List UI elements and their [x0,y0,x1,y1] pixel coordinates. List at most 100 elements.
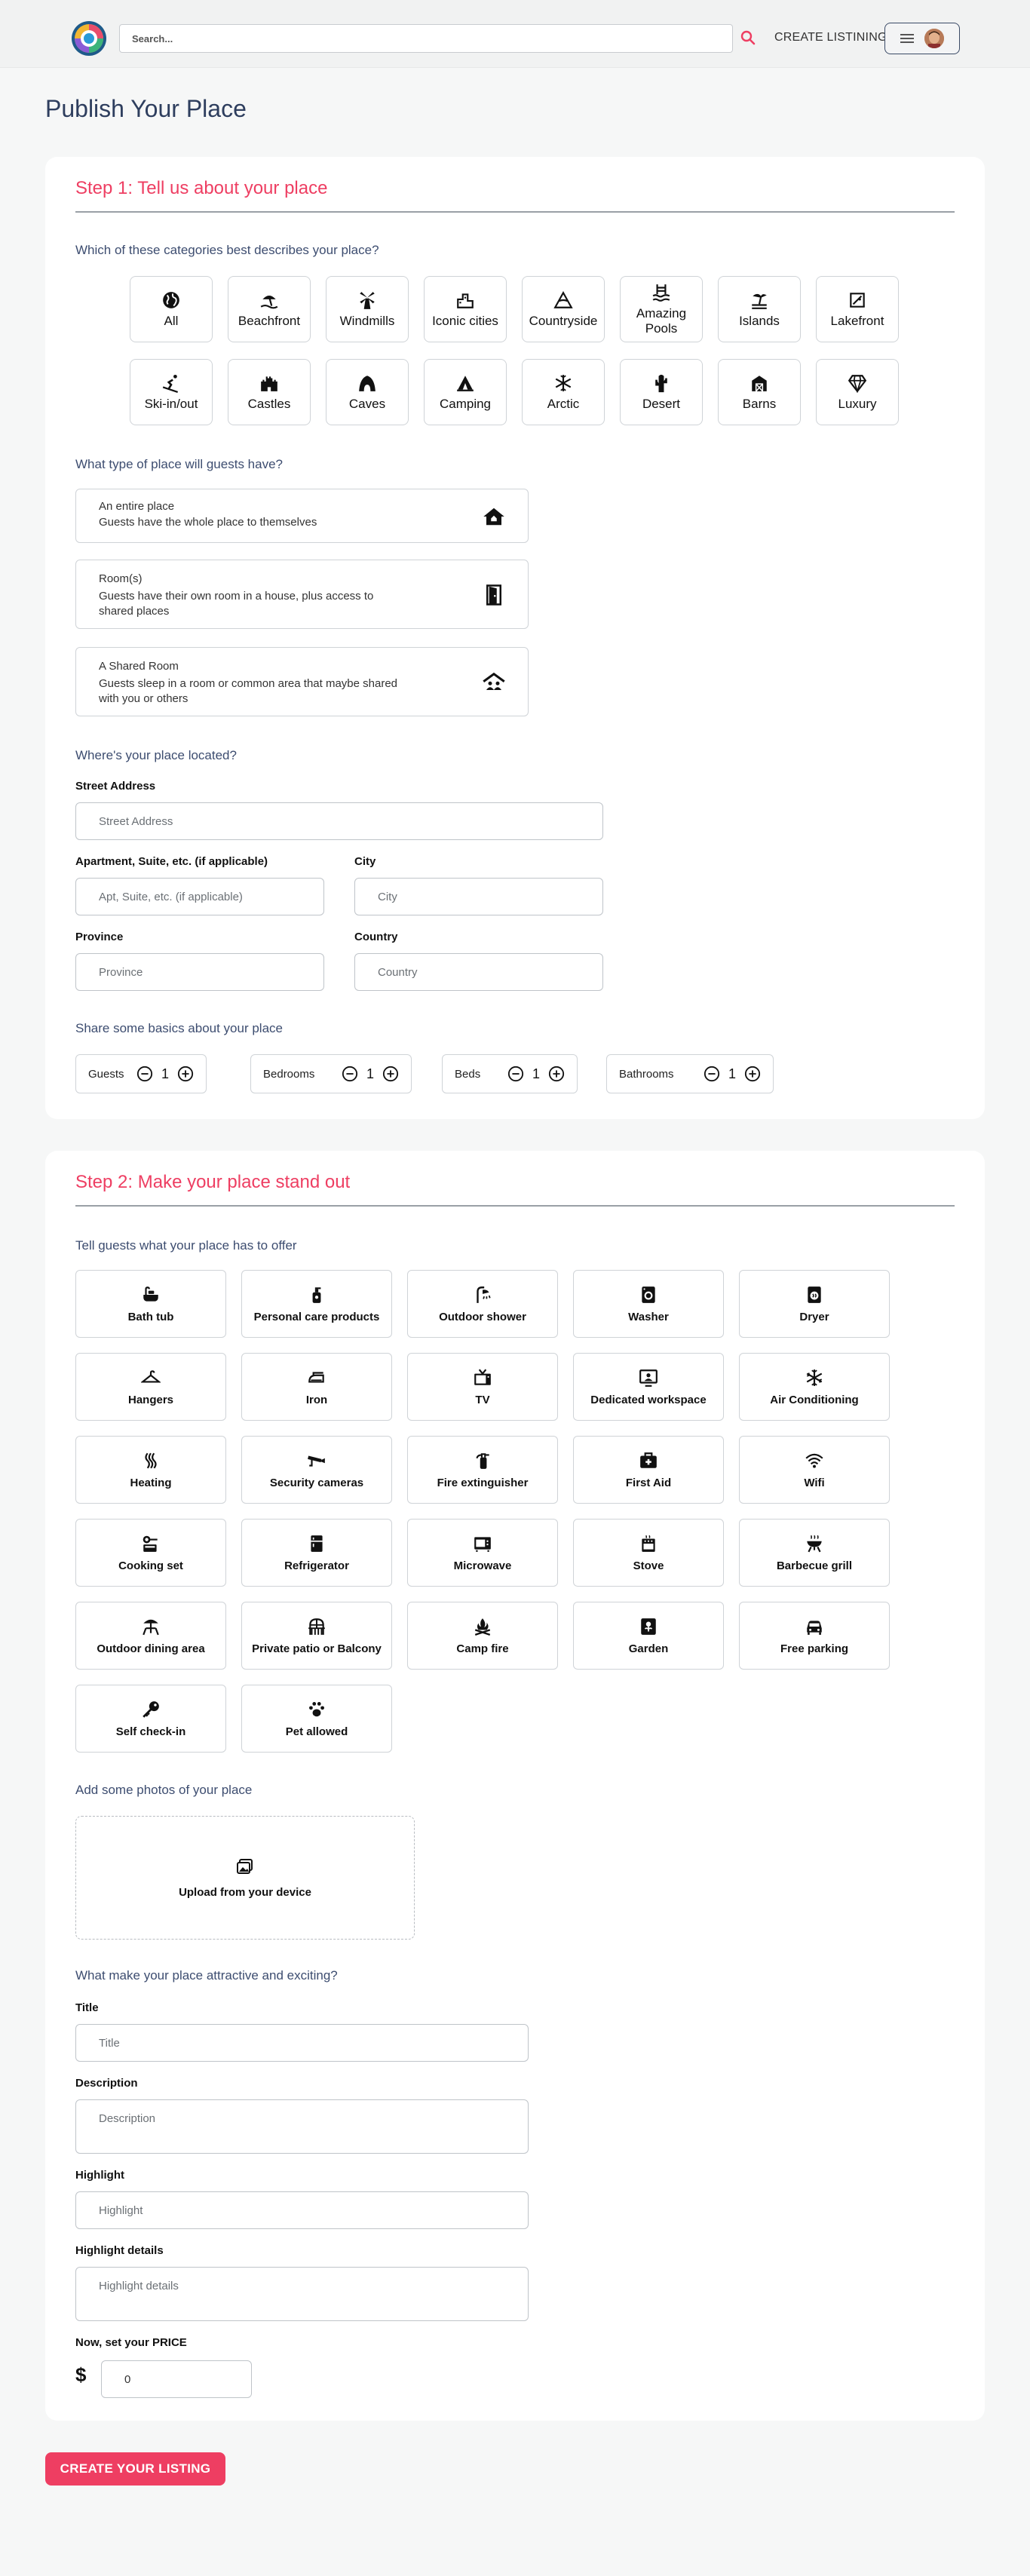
category-desert[interactable]: Desert [620,359,703,425]
amenity-microwave[interactable]: Microwave [407,1519,558,1587]
category-luxury[interactable]: Luxury [816,359,899,425]
amenity-air-conditioning[interactable]: Air Conditioning [739,1353,890,1421]
amenity-dryer[interactable]: Dryer [739,1270,890,1338]
amenity-dedicated-workspace[interactable]: Dedicated workspace [573,1353,724,1421]
user-menu-button[interactable] [884,23,960,54]
search-box[interactable] [119,24,733,53]
highlight-details-label: Highlight details [75,2244,164,2257]
logo-icon[interactable] [70,20,108,57]
minus-circle-icon[interactable] [507,1066,524,1082]
upload-dropzone[interactable]: Upload from your device [75,1816,415,1940]
category-windmills[interactable]: Windmills [326,276,409,342]
search-input[interactable] [120,25,732,52]
top-navigation-bar: CREATE LISTINING [0,0,1030,68]
amenity-cooking-set[interactable]: Cooking set [75,1519,226,1587]
apt-field[interactable] [75,878,324,915]
place-type-title: Room(s) [99,572,143,585]
description-textarea[interactable] [76,2100,528,2153]
lotion-icon [312,1286,321,1303]
amenity-label: Pet allowed [285,1725,348,1738]
balcony-icon [308,1618,325,1635]
highlight-field[interactable] [75,2191,529,2229]
amenity-wifi[interactable]: Wifi [739,1436,890,1504]
beach-icon [260,295,278,308]
category-caves[interactable]: Caves [326,359,409,425]
country-input[interactable] [355,954,602,990]
amenity-camp-fire[interactable]: Camp fire [407,1602,558,1670]
create-listing-button[interactable]: CREATE YOUR LISTING [45,2452,225,2486]
category-iconic-cities[interactable]: Iconic cities [424,276,507,342]
shared-room-icon [483,672,505,690]
street-field[interactable] [75,802,603,840]
category-camping[interactable]: Camping [424,359,507,425]
place-type-rooms[interactable]: Room(s) Guests have their own room in a … [75,560,529,629]
plus-circle-icon[interactable] [548,1066,565,1082]
amenity-outdoor-dining-area[interactable]: Outdoor dining area [75,1602,226,1670]
category-islands[interactable]: Islands [718,276,801,342]
category-label: Countryside [529,313,598,328]
country-field[interactable] [354,953,603,991]
amenity-pet-allowed[interactable]: Pet allowed [241,1685,392,1753]
title-field[interactable] [75,2024,529,2062]
door-icon [486,584,501,606]
minus-circle-icon[interactable] [136,1066,153,1082]
amenity-self-check-in[interactable]: Self check-in [75,1685,226,1753]
street-input[interactable] [76,803,602,839]
title-label: Title [75,2001,99,2014]
highlight-details-textarea[interactable] [76,2268,528,2320]
amenity-barbecue-grill[interactable]: Barbecue grill [739,1519,890,1587]
price-field[interactable] [101,2360,252,2398]
price-input[interactable] [102,2361,251,2397]
amenity-refrigerator[interactable]: Refrigerator [241,1519,392,1587]
amenity-heating[interactable]: Heating [75,1436,226,1504]
amenity-first-aid[interactable]: First Aid [573,1436,724,1504]
title-input[interactable] [76,2025,528,2061]
category-label: Luxury [838,396,877,411]
description-field[interactable] [75,2099,529,2154]
category-lakefront[interactable]: Lakefront [816,276,899,342]
place-type-entire[interactable]: An entire place Guests have the whole pl… [75,489,529,543]
amenity-security-cameras[interactable]: Security cameras [241,1436,392,1504]
search-icon[interactable] [739,29,757,47]
amenity-private-patio-or-balcony[interactable]: Private patio or Balcony [241,1602,392,1670]
category-ski-in-out[interactable]: Ski-in/out [130,359,213,425]
amenity-hangers[interactable]: Hangers [75,1353,226,1421]
city-input[interactable] [355,879,602,915]
province-field[interactable] [75,953,324,991]
highlight-details-field[interactable] [75,2267,529,2321]
category-all[interactable]: All [130,276,213,342]
place-type-shared-room[interactable]: A Shared Room Guests sleep in a room or … [75,647,529,716]
category-countryside[interactable]: Countryside [522,276,605,342]
amenity-label: Washer [628,1310,669,1323]
category-barns[interactable]: Barns [718,359,801,425]
tent-icon [457,375,474,391]
categories-question: Which of these categories best describes… [75,243,379,257]
highlight-input[interactable] [76,2192,528,2228]
divider [75,1205,955,1207]
category-castles[interactable]: Castles [228,359,311,425]
apt-input[interactable] [76,879,323,915]
plus-circle-icon[interactable] [382,1066,399,1082]
amenities-question: Tell guests what your place has to offer [75,1238,297,1253]
minus-circle-icon[interactable] [342,1066,358,1082]
amenity-outdoor-shower[interactable]: Outdoor shower [407,1270,558,1338]
amenity-iron[interactable]: Iron [241,1353,392,1421]
amenity-stove[interactable]: Stove [573,1519,724,1587]
plus-circle-icon[interactable] [177,1066,194,1082]
amenity-bath-tub[interactable]: Bath tub [75,1270,226,1338]
amenity-tv[interactable]: TV [407,1353,558,1421]
category-arctic[interactable]: Arctic [522,359,605,425]
category-beachfront[interactable]: Beachfront [228,276,311,342]
category-amazing-pools[interactable]: Amazing Pools [620,276,703,342]
amenity-fire-extinguisher[interactable]: Fire extinguisher [407,1436,558,1504]
amenity-washer[interactable]: Washer [573,1270,724,1338]
amenity-garden[interactable]: Garden [573,1602,724,1670]
amenity-free-parking[interactable]: Free parking [739,1602,890,1670]
city-field[interactable] [354,878,603,915]
create-listing-link[interactable]: CREATE LISTINING [774,31,887,44]
attract-question: What make your place attractive and exci… [75,1968,338,1983]
plus-circle-icon[interactable] [744,1066,761,1082]
amenity-personal-care-products[interactable]: Personal care products [241,1270,392,1338]
province-input[interactable] [76,954,323,990]
minus-circle-icon[interactable] [704,1066,720,1082]
